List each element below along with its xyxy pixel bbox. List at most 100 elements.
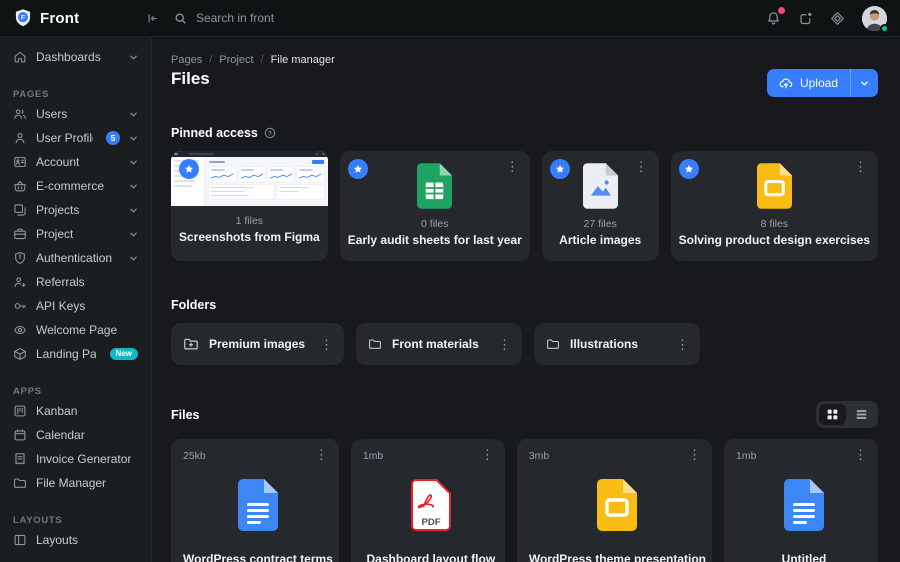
star-button[interactable]	[347, 159, 368, 179]
sidebar-item-account[interactable]: Account	[0, 150, 151, 174]
card-menu-button[interactable]: ⋮	[310, 446, 333, 463]
question-icon[interactable]: ?	[264, 127, 276, 139]
sidebar-section-header: LAYOUTS	[13, 515, 63, 526]
pinned-card[interactable]: ⋮ 27 files Article images	[541, 151, 659, 261]
sidebar-item-label: Project	[36, 227, 74, 241]
folders-heading: Folders	[171, 298, 878, 312]
list-view-button[interactable]	[848, 404, 875, 425]
card-menu-button[interactable]: ⋮	[849, 158, 872, 175]
key-icon	[13, 299, 27, 313]
sidebar-item-authentication[interactable]: Authentication	[0, 246, 151, 270]
docs-file-icon	[237, 479, 278, 531]
sidebar-item-label: Welcome Page	[36, 323, 118, 337]
sidebar-item-referrals[interactable]: Referrals	[0, 270, 151, 294]
sidebar-item-e-commerce[interactable]: E-commerce	[0, 174, 151, 198]
pinned-card[interactable]: ⋮ 0 files Early audit sheets for last year	[339, 151, 530, 261]
sidebar-item-layouts[interactable]: Layouts	[0, 528, 151, 552]
folder-card[interactable]: Front materials ⋮	[356, 323, 523, 365]
sidebar-item-invoice-generator[interactable]: Invoice Generator	[0, 447, 151, 471]
pinned-card-name: Solving product design exercises	[678, 233, 870, 247]
presence-dot	[880, 23, 889, 33]
folder-name: Premium images	[209, 337, 306, 351]
upload-label: Upload	[799, 76, 838, 90]
view-toggle	[816, 401, 878, 428]
folder-icon	[368, 337, 382, 351]
card-menu-button[interactable]: ⋮	[476, 446, 499, 463]
file-name: Dashboard layout flow	[366, 552, 496, 562]
sidebar-item-file-manager[interactable]: File Manager	[0, 471, 151, 495]
layers-icon	[830, 11, 845, 26]
svg-text:PDF: PDF	[421, 517, 440, 528]
notifications-button[interactable]	[766, 6, 785, 26]
breadcrumb-item: File manager	[270, 54, 335, 66]
sidebar-item-label: E-commerce	[36, 179, 105, 193]
brand[interactable]: F Front	[0, 8, 152, 28]
card-menu-button[interactable]: ⋮	[315, 336, 338, 353]
sheets-file-icon	[417, 163, 453, 209]
layers-button[interactable]	[830, 11, 845, 26]
pinned-card[interactable]: ⋮ 8 files Solving product design exercises	[670, 151, 878, 261]
sidebar-item-projects[interactable]: Projects	[0, 198, 151, 222]
folder-card[interactable]: Illustrations ⋮	[534, 323, 701, 365]
file-card[interactable]: 25kb⋮WordPress contract termsUpdated 50 …	[171, 439, 339, 562]
shield-icon	[13, 251, 27, 265]
sidebar-item-project[interactable]: Project	[0, 222, 151, 246]
id-card-icon	[13, 155, 27, 169]
sidebar-item-dashboards[interactable]: Dashboards	[0, 45, 151, 69]
breadcrumb-item[interactable]: Project	[219, 54, 253, 66]
chevron-down-icon	[129, 230, 138, 239]
search-input[interactable]	[196, 11, 386, 25]
upload-dropdown-toggle[interactable]	[851, 69, 878, 97]
star-button[interactable]	[179, 159, 199, 179]
sidebar-collapse-button[interactable]	[143, 10, 160, 27]
sidebar-section-header: APPS	[13, 386, 42, 397]
sidebar-item-user-profile[interactable]: User Profile 5	[0, 126, 151, 150]
file-card[interactable]: 1mb⋮PDFDashboard layout flowUpdated 1 ho…	[350, 439, 505, 562]
page-header: Files Upload	[171, 69, 878, 97]
sidebar-item-label: Dashboards	[36, 50, 101, 64]
card-menu-button[interactable]: ⋮	[683, 446, 706, 463]
star-button[interactable]	[678, 159, 699, 179]
card-menu-button[interactable]: ⋮	[501, 158, 524, 175]
folder-name: Front materials	[392, 337, 479, 351]
card-menu-button[interactable]: ⋮	[849, 446, 872, 463]
star-icon	[684, 164, 694, 174]
sidebar-item-api-keys[interactable]: API Keys	[0, 294, 151, 318]
card-menu-button[interactable]: ⋮	[671, 336, 694, 353]
card-menu-button[interactable]: ⋮	[493, 336, 516, 353]
folder-icon	[546, 337, 560, 351]
sidebar-item-welcome-page[interactable]: Welcome Page	[0, 318, 151, 342]
pinned-access-heading: Pinned access ?	[171, 126, 878, 140]
activity-button[interactable]	[798, 11, 813, 26]
pinned-card[interactable]: 1 files Screenshots from Figma	[171, 151, 328, 261]
person-plus-icon	[13, 275, 27, 289]
folder-thumbnail	[171, 151, 328, 206]
sidebar-item-landing-page[interactable]: Landing Page New	[0, 342, 151, 366]
sidebar-section-header: PAGES	[13, 89, 50, 100]
chevron-down-icon	[129, 158, 138, 167]
grid-view-button[interactable]	[819, 404, 846, 425]
receipt-icon	[13, 452, 27, 466]
star-icon	[184, 164, 194, 174]
files-heading-row: Files	[171, 401, 878, 428]
count-badge: 5	[106, 131, 120, 145]
card-menu-button[interactable]: ⋮	[630, 158, 653, 175]
files-grid: 25kb⋮WordPress contract termsUpdated 50 …	[171, 439, 878, 562]
folder-plus-icon	[183, 336, 199, 352]
file-card[interactable]: 1mb⋮UntitledUpdated 5 hours ago	[724, 439, 878, 562]
sidebar-item-label: User Profile	[36, 131, 93, 145]
upload-main[interactable]: Upload	[767, 69, 850, 97]
pinned-access-title: Pinned access	[171, 126, 258, 140]
sidebar-item-kanban[interactable]: Kanban	[0, 399, 151, 423]
sidebar-item-calendar[interactable]: Calendar	[0, 423, 151, 447]
user-avatar[interactable]	[862, 5, 889, 33]
breadcrumb-item[interactable]: Pages	[171, 54, 202, 66]
folder-card[interactable]: Premium images ⋮	[171, 323, 345, 365]
file-card[interactable]: 3mb⋮WordPress theme presentationUpdated …	[516, 439, 712, 562]
sidebar-item-users[interactable]: Users	[0, 102, 151, 126]
star-button[interactable]	[549, 159, 570, 179]
users-icon	[13, 107, 27, 121]
upload-button[interactable]: Upload	[766, 69, 878, 97]
sidebar-item-label: Layouts	[36, 533, 79, 547]
files-title: Files	[171, 407, 200, 422]
